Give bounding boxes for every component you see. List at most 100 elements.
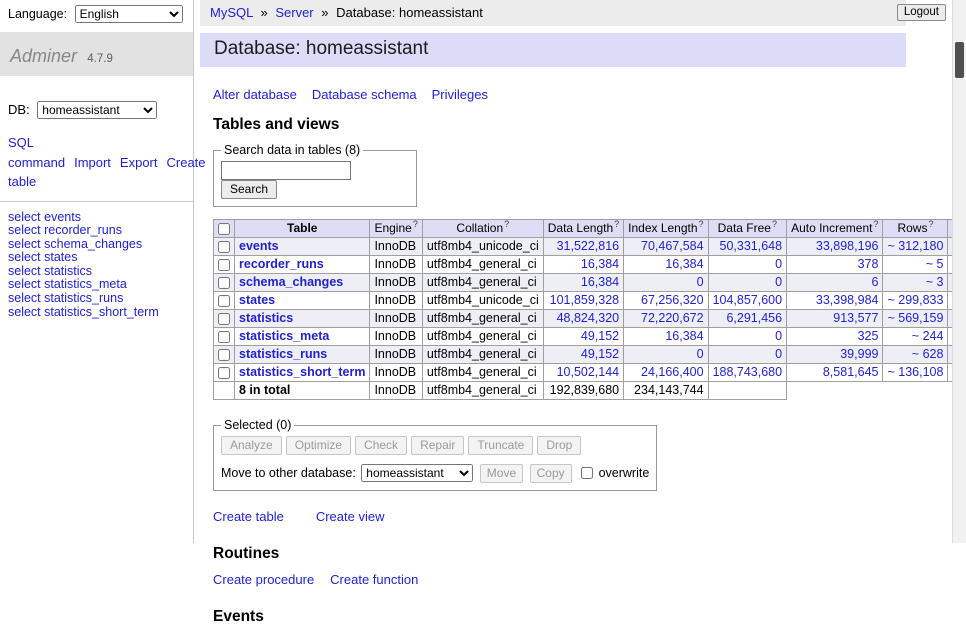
row-checkbox[interactable] [218, 349, 230, 361]
data-length-link[interactable]: 31,522,816 [557, 239, 620, 253]
data-length-link[interactable]: 16,384 [581, 257, 619, 271]
overwrite-checkbox[interactable] [581, 467, 593, 479]
table-name-link[interactable]: statistics_short_term [239, 365, 365, 379]
sidebar-select-recorder-runs[interactable]: select recorder_runs [8, 224, 185, 238]
check-button[interactable]: Check [355, 436, 407, 455]
sidebar-select-statistics-short-term[interactable]: select statistics_short_term [8, 306, 185, 320]
column-help-link[interactable]: ? [699, 219, 704, 229]
table-name-link[interactable]: states [239, 293, 275, 307]
create-view-link[interactable]: Create view [316, 509, 385, 524]
table-name-link[interactable]: statistics [239, 311, 293, 325]
db-nav-alter-database[interactable]: Alter database [213, 87, 297, 102]
auto-increment-link[interactable]: 33,398,984 [816, 293, 879, 307]
column-help-link[interactable]: ? [928, 219, 933, 229]
search-input[interactable] [221, 161, 351, 180]
row-checkbox[interactable] [218, 259, 230, 271]
drop-button[interactable]: Drop [537, 436, 581, 455]
optimize-button[interactable]: Optimize [286, 436, 351, 455]
index-length-link[interactable]: 16,384 [665, 329, 703, 343]
index-length-link[interactable]: 72,220,672 [641, 311, 704, 325]
rows-count-link[interactable]: ~ 136,108 [887, 365, 943, 379]
index-length-link[interactable]: 0 [697, 275, 704, 289]
data-length-link[interactable]: 101,859,328 [550, 293, 620, 307]
index-length-link[interactable]: 67,256,320 [641, 293, 704, 307]
auto-increment-link[interactable]: 378 [858, 257, 879, 271]
rows-count-link[interactable]: ~ 628 [912, 347, 944, 361]
data-length-link[interactable]: 49,152 [581, 329, 619, 343]
auto-increment-link[interactable]: 6 [872, 275, 879, 289]
vertical-scrollbar[interactable] [952, 0, 966, 543]
data-free-link[interactable]: 50,331,648 [720, 239, 783, 253]
truncate-button[interactable]: Truncate [468, 436, 533, 455]
sidebar-select-schema-changes[interactable]: select schema_changes [8, 238, 185, 252]
data-length-link[interactable]: 49,152 [581, 347, 619, 361]
row-checkbox[interactable] [218, 241, 230, 253]
auto-increment-link[interactable]: 8,581,645 [823, 365, 879, 379]
row-checkbox[interactable] [218, 331, 230, 343]
column-help-link[interactable]: ? [614, 219, 619, 229]
data-free-link[interactable]: 104,857,600 [713, 293, 783, 307]
sidebar-action-sql-command[interactable]: SQL command [8, 135, 65, 170]
data-free-link[interactable]: 0 [775, 347, 782, 361]
data-length-link[interactable]: 48,824,320 [557, 311, 620, 325]
table-name-link[interactable]: statistics_runs [239, 347, 327, 361]
row-checkbox[interactable] [218, 367, 230, 379]
rows-count-link[interactable]: ~ 5 [926, 257, 944, 271]
rows-count-link[interactable]: ~ 569,159 [887, 311, 943, 325]
rows-count-link[interactable]: ~ 299,833 [887, 293, 943, 307]
sidebar-action-import[interactable]: Import [74, 155, 111, 170]
column-help-link[interactable]: ? [873, 219, 878, 229]
table-name-link[interactable]: schema_changes [239, 275, 343, 289]
table-name-link[interactable]: events [239, 239, 279, 253]
row-checkbox[interactable] [218, 313, 230, 325]
row-checkbox[interactable] [218, 277, 230, 289]
index-length-link[interactable]: 16,384 [665, 257, 703, 271]
db-nav-database-schema[interactable]: Database schema [312, 87, 417, 102]
breadcrumb-link-server[interactable]: Server [275, 5, 313, 20]
db-nav-privileges[interactable]: Privileges [432, 87, 488, 102]
index-length-link[interactable]: 0 [697, 347, 704, 361]
column-help-link[interactable]: ? [504, 219, 509, 229]
column-help-link[interactable]: ? [772, 219, 777, 229]
db-select[interactable]: homeassistant [37, 101, 157, 119]
copy-button[interactable]: Copy [530, 464, 572, 483]
data-free-link[interactable]: 188,743,680 [713, 365, 783, 379]
rows-count-link[interactable]: ~ 312,180 [887, 239, 943, 253]
table-name-link[interactable]: recorder_runs [239, 257, 324, 271]
rows-count-link[interactable]: ~ 3 [926, 275, 944, 289]
repair-button[interactable]: Repair [411, 436, 464, 455]
data-free-link[interactable]: 0 [775, 257, 782, 271]
index-length-link[interactable]: 24,166,400 [641, 365, 704, 379]
sidebar-select-statistics-runs[interactable]: select statistics_runs [8, 292, 185, 306]
sidebar-select-states[interactable]: select states [8, 251, 185, 265]
data-free-link[interactable]: 0 [775, 275, 782, 289]
analyze-button[interactable]: Analyze [221, 436, 282, 455]
breadcrumb-link-mysql[interactable]: MySQL [210, 5, 253, 20]
logout-button[interactable]: Logout [897, 4, 946, 21]
auto-increment-link[interactable]: 33,898,196 [816, 239, 879, 253]
data-length-link[interactable]: 16,384 [581, 275, 619, 289]
auto-increment-link[interactable]: 39,999 [840, 347, 878, 361]
column-help-link[interactable]: ? [413, 219, 418, 229]
create-procedure-link[interactable]: Create procedure [213, 572, 314, 587]
move-button[interactable]: Move [480, 464, 523, 483]
language-select[interactable]: English [75, 5, 183, 23]
sidebar-action-export[interactable]: Export [120, 155, 158, 170]
create-function-link[interactable]: Create function [330, 572, 418, 587]
scrollbar-thumb[interactable] [955, 42, 964, 78]
data-free-link[interactable]: 0 [775, 329, 782, 343]
auto-increment-link[interactable]: 325 [858, 329, 879, 343]
data-free-link[interactable]: 6,291,456 [726, 311, 782, 325]
create-table-link[interactable]: Create table [213, 509, 284, 524]
index-length-link[interactable]: 70,467,584 [641, 239, 704, 253]
data-length-link[interactable]: 10,502,144 [557, 365, 620, 379]
auto-increment-link[interactable]: 913,577 [833, 311, 878, 325]
search-button[interactable]: Search [221, 180, 277, 199]
sidebar-select-statistics-meta[interactable]: select statistics_meta [8, 278, 185, 292]
row-checkbox[interactable] [218, 295, 230, 307]
move-db-select[interactable]: homeassistant [361, 464, 473, 482]
table-name-link[interactable]: statistics_meta [239, 329, 329, 343]
sidebar-select-events[interactable]: select events [8, 211, 185, 225]
sidebar-select-statistics[interactable]: select statistics [8, 265, 185, 279]
rows-count-link[interactable]: ~ 244 [912, 329, 944, 343]
